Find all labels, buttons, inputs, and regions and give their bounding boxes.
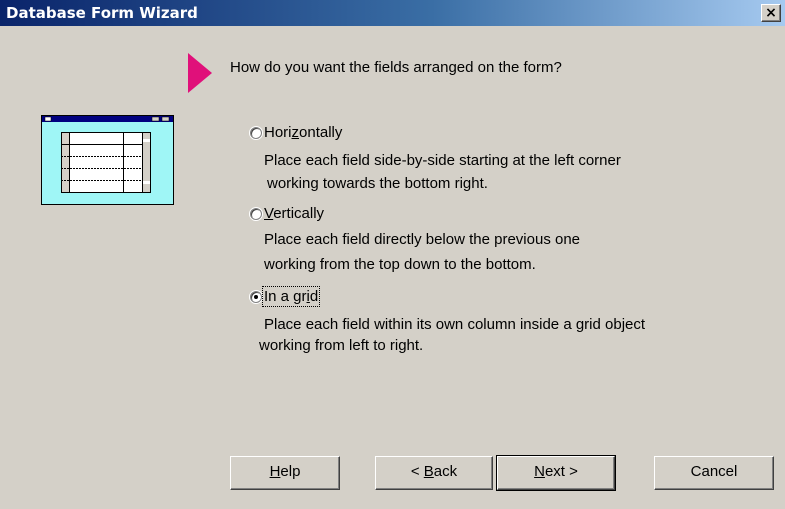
title-bar: Database Form Wizard × — [0, 0, 785, 26]
cancel-button[interactable]: Cancel — [654, 456, 774, 490]
option-in-a-grid-desc-line1: Place each field within its own column i… — [264, 316, 646, 333]
close-icon: × — [765, 5, 777, 21]
next-button[interactable]: Next > — [496, 455, 616, 491]
back-button[interactable]: < Back — [375, 456, 493, 490]
radio-in-a-grid[interactable] — [250, 291, 262, 303]
pointer-arrow-icon — [188, 53, 212, 93]
radio-vertically[interactable] — [250, 208, 262, 220]
form-layout-preview-icon — [41, 115, 174, 205]
radio-horizontally[interactable] — [250, 127, 262, 139]
help-button[interactable]: Help — [230, 456, 340, 490]
option-vertically-desc-line1: Place each field directly below the prev… — [264, 231, 581, 248]
option-in-a-grid-label[interactable]: In a grid — [261, 286, 321, 307]
close-button[interactable]: × — [761, 4, 781, 22]
option-vertically-label[interactable]: Vertically — [264, 205, 324, 222]
option-horizontally-desc-line1: Place each field side-by-side starting a… — [264, 152, 621, 169]
option-horizontally-desc-line2: working towards the bottom right. — [267, 175, 488, 192]
question-text: How do you want the fields arranged on t… — [230, 59, 562, 76]
option-horizontally-label[interactable]: Horizontally — [264, 124, 342, 141]
option-vertically-desc-line2: working from the top down to the bottom. — [264, 256, 536, 273]
window-title: Database Form Wizard — [6, 4, 198, 22]
option-in-a-grid-desc-line2: working from left to right. — [259, 337, 424, 354]
